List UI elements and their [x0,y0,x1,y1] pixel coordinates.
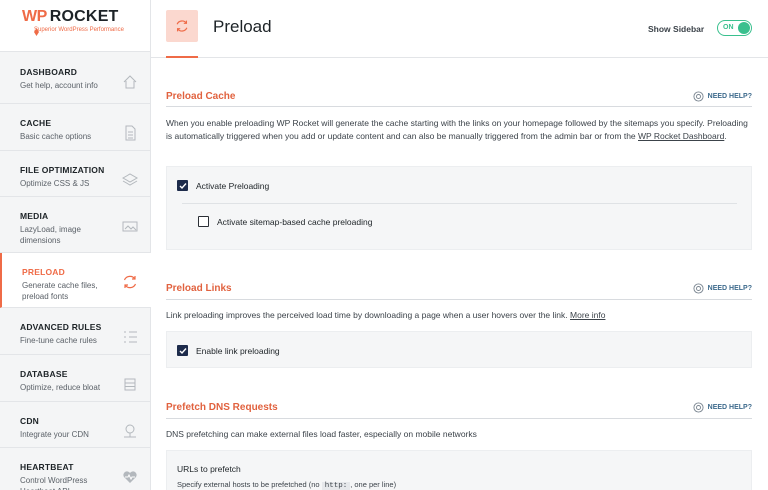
page-header: Preload Show Sidebar ON [151,0,768,58]
sidebar-item-file-optimization[interactable]: FILE OPTIMIZATION Optimize CSS & JS [0,151,151,197]
sidebar-item-advanced-rules[interactable]: ADVANCED RULES Fine-tune cache rules [0,308,151,355]
main-content: Preload Show Sidebar ON Preload Cache NE… [151,0,768,490]
refresh-icon [176,20,188,32]
section-title-preload-links: Preload Links [166,283,232,294]
need-help-link[interactable]: NEED HELP? [693,91,752,102]
sidebar-item-desc: LazyLoad, image dimensions [20,225,81,245]
preload-cache-description: When you enable preloading WP Rocket wil… [166,117,752,143]
section-title-preload-cache: Preload Cache [166,91,236,102]
urls-to-prefetch-label: URLs to prefetch [177,464,241,474]
sidebar-item-desc: Basic cache options [20,132,92,141]
header-accent-line [166,56,198,58]
link-preloading-option[interactable]: Enable link preloading [177,345,280,356]
sidebar-item-media[interactable]: MEDIA LazyLoad, image dimensions [0,197,151,253]
preload-header-icon [166,10,198,42]
wp-rocket-dashboard-link[interactable]: WP Rocket Dashboard [638,131,724,141]
need-help-label: NEED HELP? [707,404,752,411]
more-info-link[interactable]: More info [570,310,605,320]
sidebar: WP ROCKET Superior WordPress Performance… [0,0,151,490]
lifebuoy-icon [693,402,704,413]
heartbeat-icon [123,471,137,483]
activate-preloading-label: Activate Preloading [196,180,270,191]
lifebuoy-icon [693,283,704,294]
link-preloading-label: Enable link preloading [196,345,280,356]
logo-tagline: Superior WordPress Performance [34,27,124,33]
rocket-flame-icon [34,28,39,36]
checkmark-icon [179,347,187,354]
sidebar-item-database[interactable]: DATABASE Optimize, reduce bloat [0,355,151,402]
preload-links-desc-text: Link preloading improves the perceived l… [166,310,568,320]
prefetch-options-panel: URLs to prefetch Specify external hosts … [166,450,752,490]
toggle-state: ON [723,24,734,31]
logo[interactable]: WP ROCKET Superior WordPress Performance [0,0,150,52]
show-sidebar-label: Show Sidebar [648,24,705,34]
sidebar-item-desc: Optimize, reduce bloat [20,383,101,392]
preload-links-description: Link preloading improves the perceived l… [166,309,752,322]
sitemap-preloading-label: Activate sitemap-based cache preloading [217,216,373,227]
sitemap-preloading-option[interactable]: Activate sitemap-based cache preloading [198,216,372,227]
sidebar-item-desc: Fine-tune cache rules [20,336,97,345]
option-divider [182,203,737,204]
section-divider [166,418,752,419]
database-icon [124,378,136,391]
list-icon [124,331,137,343]
refresh-icon [123,275,137,289]
sidebar-item-desc: Integrate your CDN [20,430,89,439]
section-divider [166,106,752,107]
sidebar-item-cache[interactable]: CACHE Basic cache options [0,104,151,151]
section-title-prefetch-dns: Prefetch DNS Requests [166,402,278,413]
activate-preloading-checkbox[interactable] [177,180,188,191]
urls-help-code: http: [321,482,351,490]
need-help-link[interactable]: NEED HELP? [693,283,752,294]
home-icon [123,75,137,89]
need-help-label: NEED HELP? [707,93,752,100]
logo-rocket: ROCKET [49,8,119,25]
sitemap-preloading-checkbox[interactable] [198,216,209,227]
sidebar-item-desc: Generate cache files, preload fonts [22,281,98,301]
sidebar-item-desc: Optimize CSS & JS [20,179,90,188]
sidebar-item-heartbeat[interactable]: HEARTBEAT Control WordPress Heartbeat AP… [0,448,151,490]
preload-cache-desc-end: . [724,131,727,141]
need-help-link[interactable]: NEED HELP? [693,402,752,413]
cdn-icon [124,424,136,438]
sidebar-item-desc: Get help, account info [20,81,98,90]
lifebuoy-icon [693,91,704,102]
toggle-knob [738,22,750,34]
file-icon [125,125,136,141]
urls-help-text-end: , one per line) [350,480,397,489]
sidebar-item-preload[interactable]: PRELOAD Generate cache files, preload fo… [0,253,151,308]
activate-preloading-option[interactable]: Activate Preloading [177,180,269,191]
prefetch-description: DNS prefetching can make external files … [166,429,477,439]
layers-icon [121,173,139,186]
preload-links-options-panel: Enable link preloading [166,331,752,368]
page-title: Preload [213,17,272,36]
link-preloading-checkbox[interactable] [177,345,188,356]
sidebar-item-desc: Control WordPress Heartbeat API [20,476,88,490]
preload-cache-options-panel: Activate Preloading Activate sitemap-bas… [166,166,752,250]
sidebar-item-dashboard[interactable]: DASHBOARD Get help, account info [0,53,151,104]
need-help-label: NEED HELP? [707,285,752,292]
show-sidebar-toggle[interactable]: ON [717,20,752,36]
urls-help-text: Specify external hosts to be prefetched … [177,480,320,489]
urls-to-prefetch-help: Specify external hosts to be prefetched … [177,480,396,490]
sidebar-item-cdn[interactable]: CDN Integrate your CDN [0,402,151,448]
checkmark-icon [179,182,187,189]
logo-wp: WP [22,8,47,25]
section-divider [166,299,752,300]
image-icon [122,221,138,232]
